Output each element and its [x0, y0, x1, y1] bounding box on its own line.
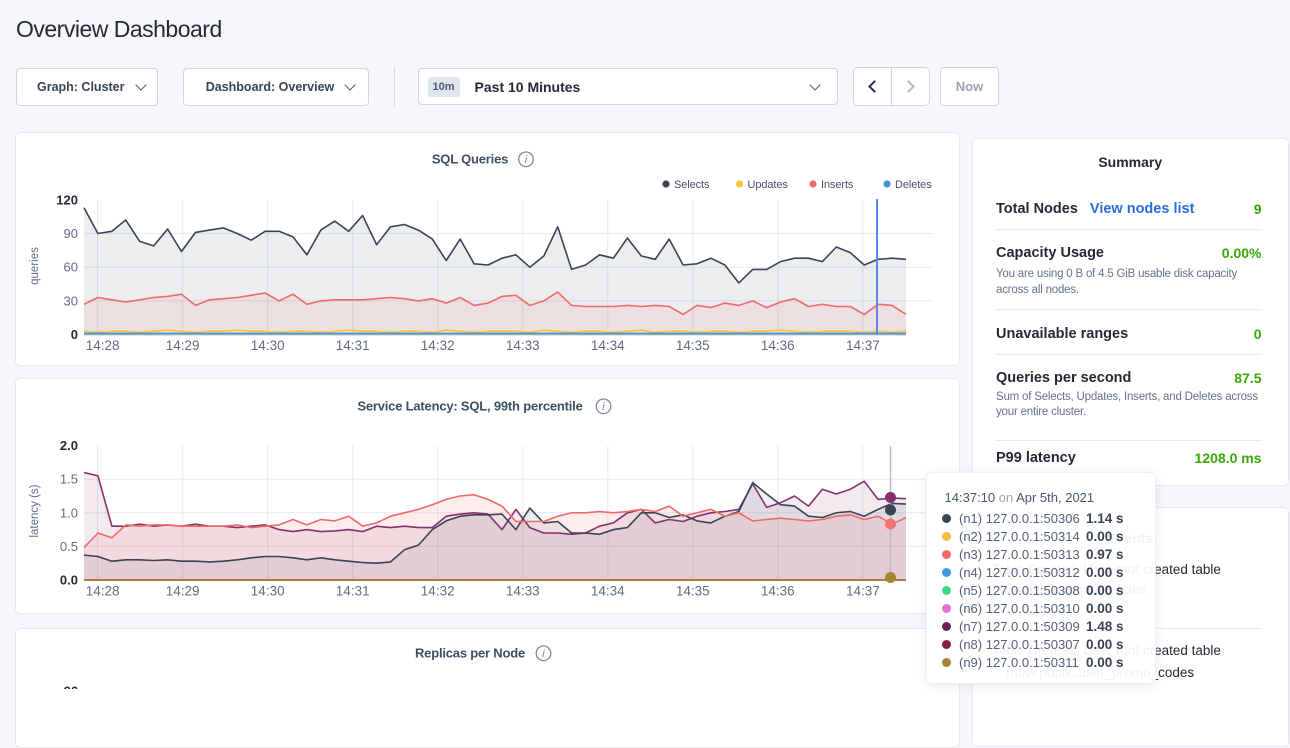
- svg-text:14:37: 14:37: [846, 584, 880, 599]
- svg-text:queries: queries: [29, 247, 41, 285]
- svg-text:2.0: 2.0: [60, 438, 78, 453]
- svg-text:Service Latency: SQL, 99th per: Service Latency: SQL, 99th percentile: [357, 399, 582, 414]
- svg-text:latency (s): latency (s): [29, 484, 41, 537]
- svg-text:14:29: 14:29: [166, 338, 200, 353]
- svg-text:60: 60: [64, 260, 78, 275]
- svg-text:14:36: 14:36: [761, 338, 795, 353]
- svg-text:0.5: 0.5: [60, 539, 78, 554]
- svg-text:14:31: 14:31: [336, 584, 370, 599]
- svg-text:14:33: 14:33: [506, 338, 540, 353]
- svg-text:120: 120: [56, 192, 78, 207]
- svg-text:14:28: 14:28: [86, 338, 120, 353]
- svg-text:14:31: 14:31: [336, 338, 370, 353]
- svg-text:14:34: 14:34: [591, 584, 625, 599]
- svg-text:Updates: Updates: [748, 179, 789, 191]
- svg-text:14:30: 14:30: [251, 584, 285, 599]
- svg-text:0.0: 0.0: [60, 573, 78, 588]
- svg-text:14:37: 14:37: [846, 338, 880, 353]
- svg-text:14:30: 14:30: [251, 338, 285, 353]
- svg-text:14:32: 14:32: [421, 338, 455, 353]
- svg-text:14:34: 14:34: [591, 338, 625, 353]
- svg-text:14:36: 14:36: [761, 584, 795, 599]
- svg-text:i: i: [602, 401, 605, 413]
- svg-text:Selects: Selects: [674, 179, 710, 191]
- svg-text:1.0: 1.0: [60, 505, 78, 520]
- svg-text:14:32: 14:32: [421, 584, 455, 599]
- svg-text:1.5: 1.5: [60, 472, 78, 487]
- svg-text:Deletes: Deletes: [895, 179, 932, 191]
- svg-text:i: i: [542, 648, 545, 660]
- svg-text:SQL Queries: SQL Queries: [432, 152, 508, 167]
- svg-text:14:29: 14:29: [166, 584, 200, 599]
- svg-text:30: 30: [64, 293, 78, 308]
- svg-text:14:35: 14:35: [676, 584, 710, 599]
- svg-text:14:33: 14:33: [506, 584, 540, 599]
- svg-text:14:28: 14:28: [86, 584, 120, 599]
- svg-text:0: 0: [71, 327, 78, 342]
- svg-text:Inserts: Inserts: [821, 179, 854, 191]
- svg-text:Replicas per Node: Replicas per Node: [415, 646, 525, 661]
- svg-text:90: 90: [64, 226, 78, 241]
- svg-text:14:35: 14:35: [676, 338, 710, 353]
- svg-text:i: i: [525, 154, 528, 166]
- svg-text:90: 90: [64, 684, 78, 690]
